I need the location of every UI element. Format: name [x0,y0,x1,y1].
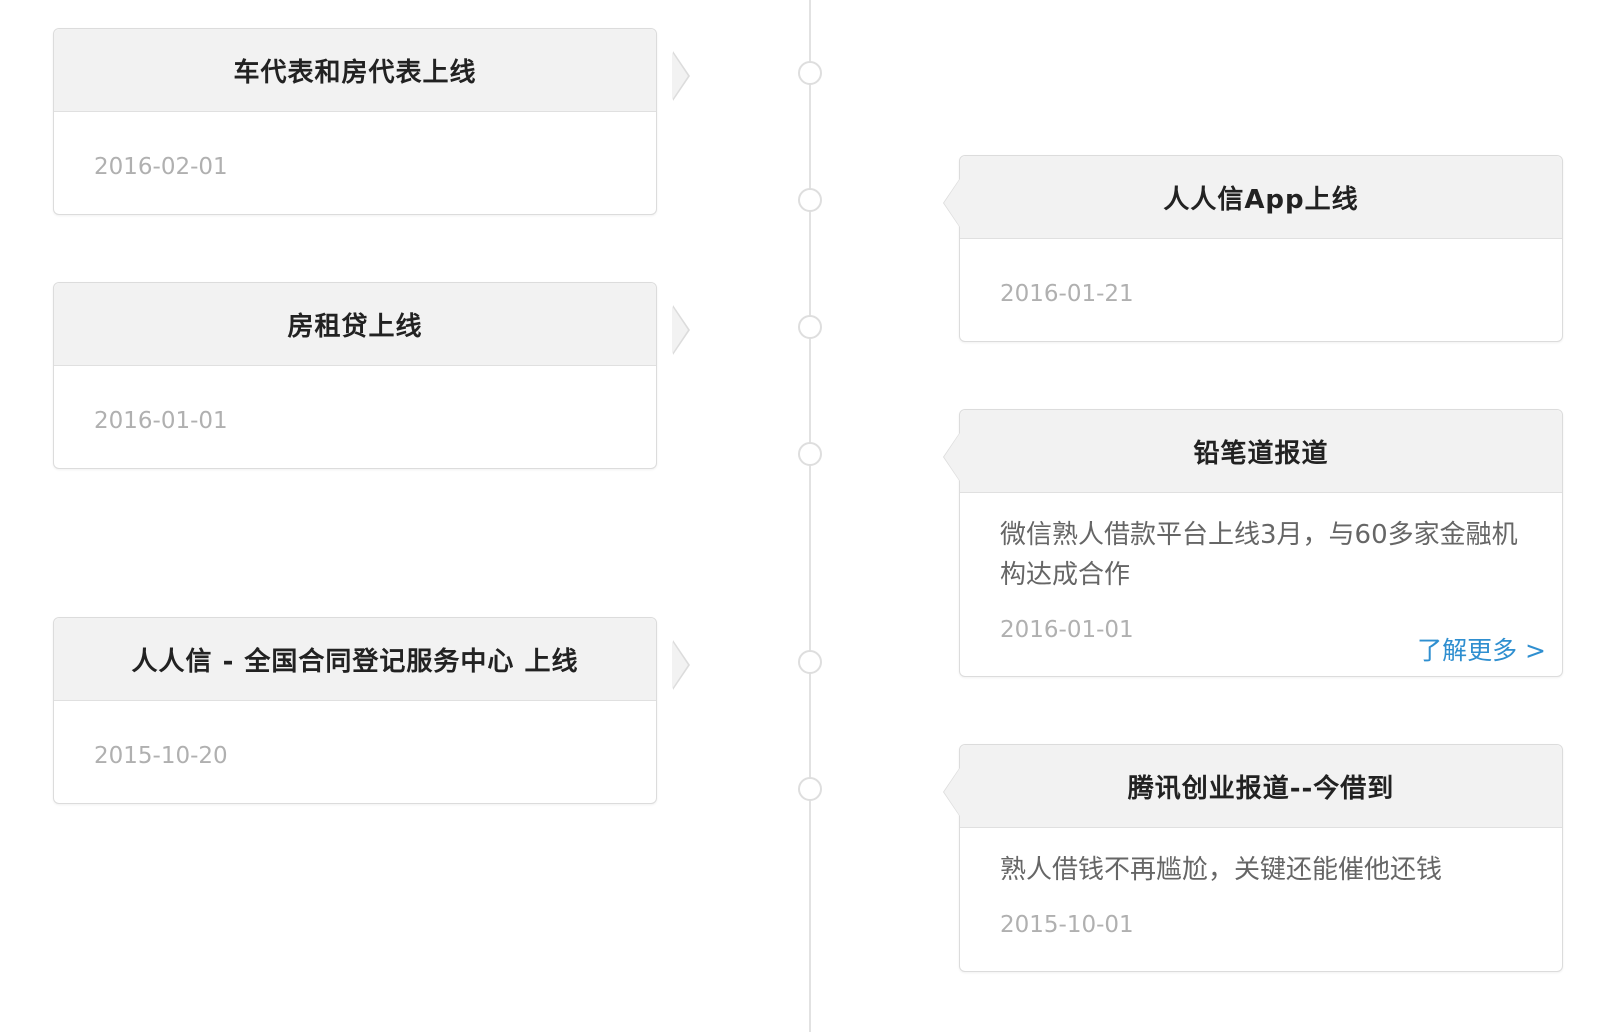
timeline-card: 铅笔道报道 微信熟人借款平台上线3月，与60多家金融机构达成合作 2016-01… [943,409,1563,679]
timeline-dot [798,61,822,85]
card-body: 熟人借钱不再尴尬，关键还能催他还钱 2015-10-01 [960,828,1562,942]
card-description: 微信熟人借款平台上线3月，与60多家金融机构达成合作 [1000,520,1518,590]
card-date: 2016-01-01 [94,408,228,434]
card-body: 微信熟人借款平台上线3月，与60多家金融机构达成合作 2016-01-01 了解… [960,493,1562,679]
card-date: 2015-10-01 [1000,912,1134,938]
card-body: 2015-10-20 [54,701,656,773]
card-date: 2015-10-20 [94,743,228,769]
timeline-dot [798,650,822,674]
card-header: 房租贷上线 [54,283,690,366]
timeline-dot [798,315,822,339]
timeline-dot [798,777,822,801]
learn-more-link[interactable]: 了解更多 > [1417,631,1546,667]
card-body: 2016-01-01 [54,366,656,438]
card-title: 铅笔道报道 [1193,438,1329,469]
card-date: 2016-02-01 [94,154,228,180]
card-header: 腾讯创业报道--今借到 [943,745,1562,828]
timeline-dot [798,442,822,466]
card-date: 2016-01-21 [1000,281,1134,307]
card-title: 腾讯创业报道--今借到 [1127,773,1395,804]
card-title: 人人信 - 全国合同登记服务中心 上线 [131,646,579,677]
timeline-axis [809,0,811,1032]
timeline-card: 腾讯创业报道--今借到 熟人借钱不再尴尬，关键还能催他还钱 2015-10-01 [943,744,1563,972]
card-body: 2016-02-01 [54,112,656,184]
timeline-card: 房租贷上线 2016-01-01 [53,282,690,469]
card-header: 人人信 - 全国合同登记服务中心 上线 [54,618,690,701]
card-header: 人人信App上线 [943,156,1562,239]
timeline-card: 车代表和房代表上线 2016-02-01 [53,28,690,215]
timeline-card: 人人信App上线 2016-01-21 [943,155,1563,342]
card-description: 熟人借钱不再尴尬，关键还能催他还钱 [1000,855,1443,885]
card-title: 房租贷上线 [287,311,423,342]
timeline-card: 人人信 - 全国合同登记服务中心 上线 2015-10-20 [53,617,690,804]
card-title: 人人信App上线 [1163,184,1359,215]
card-title: 车代表和房代表上线 [233,57,477,88]
card-body: 2016-01-21 [960,239,1562,311]
card-header: 车代表和房代表上线 [54,29,690,112]
card-header: 铅笔道报道 [943,410,1562,493]
timeline-dot [798,188,822,212]
